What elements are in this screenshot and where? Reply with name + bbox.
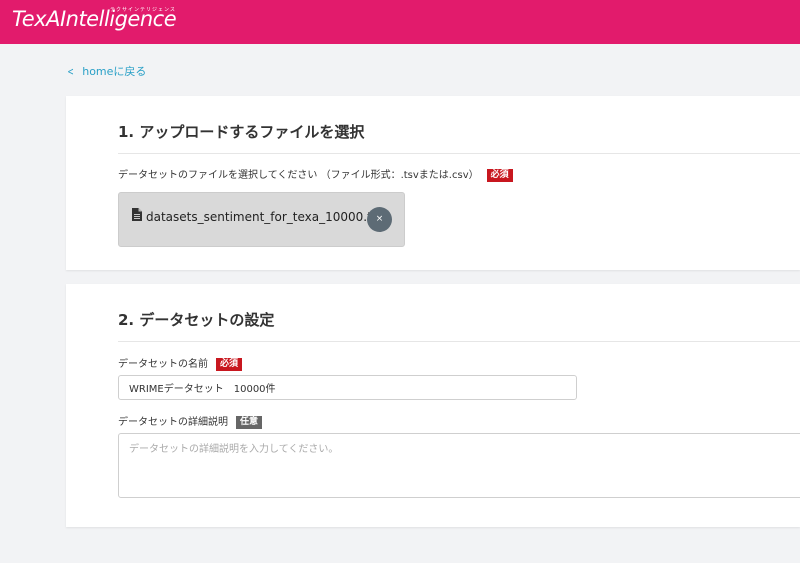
selected-file-name: datasets_sentiment_for_texa_10000.tsv [146,210,386,224]
dataset-name-input[interactable] [118,375,577,400]
app-header: TexAIntelligence テクサインテリジェンス [0,0,800,44]
remove-file-button[interactable]: × [367,207,392,232]
file-select-label: データセットのファイルを選択してください （ファイル形式：.tsvまたは.csv… [118,166,513,182]
dataset-name-label-text: データセットの名前 [118,359,208,370]
required-badge: 必須 [486,169,513,182]
optional-badge: 任意 [236,416,263,429]
chevron-left-icon: < [67,65,74,78]
upload-file-card: 1. アップロードするファイルを選択 データセットのファイルを選択してください … [66,96,800,270]
back-to-home-link[interactable]: < homeに戻る [66,63,146,79]
logo-subtext: テクサインテリジェンス [110,7,176,13]
section-divider [118,153,800,154]
dataset-name-label: データセットの名前 必須 [118,355,243,371]
upload-section-title: 1. アップロードするファイルを選択 [118,123,365,141]
dataset-settings-card: 2. データセットの設定 データセットの名前必須 データセットの詳細説明任意 [66,284,800,527]
required-badge: 必須 [216,358,243,371]
settings-section-title: 2. データセットの設定 [118,311,275,329]
selected-file-chip: datasets_sentiment_for_texa_10000.tsv × [118,192,405,247]
section-divider [118,341,800,342]
file-select-label-text: データセットのファイルを選択してください （ファイル形式：.tsvまたは.csv… [118,170,479,181]
dataset-description-label-text: データセットの詳細説明 [118,417,228,428]
document-icon [132,208,142,221]
back-link-label: homeに戻る [82,65,147,78]
dataset-description-textarea[interactable] [118,433,800,498]
dataset-description-label: データセットの詳細説明 任意 [118,413,263,429]
